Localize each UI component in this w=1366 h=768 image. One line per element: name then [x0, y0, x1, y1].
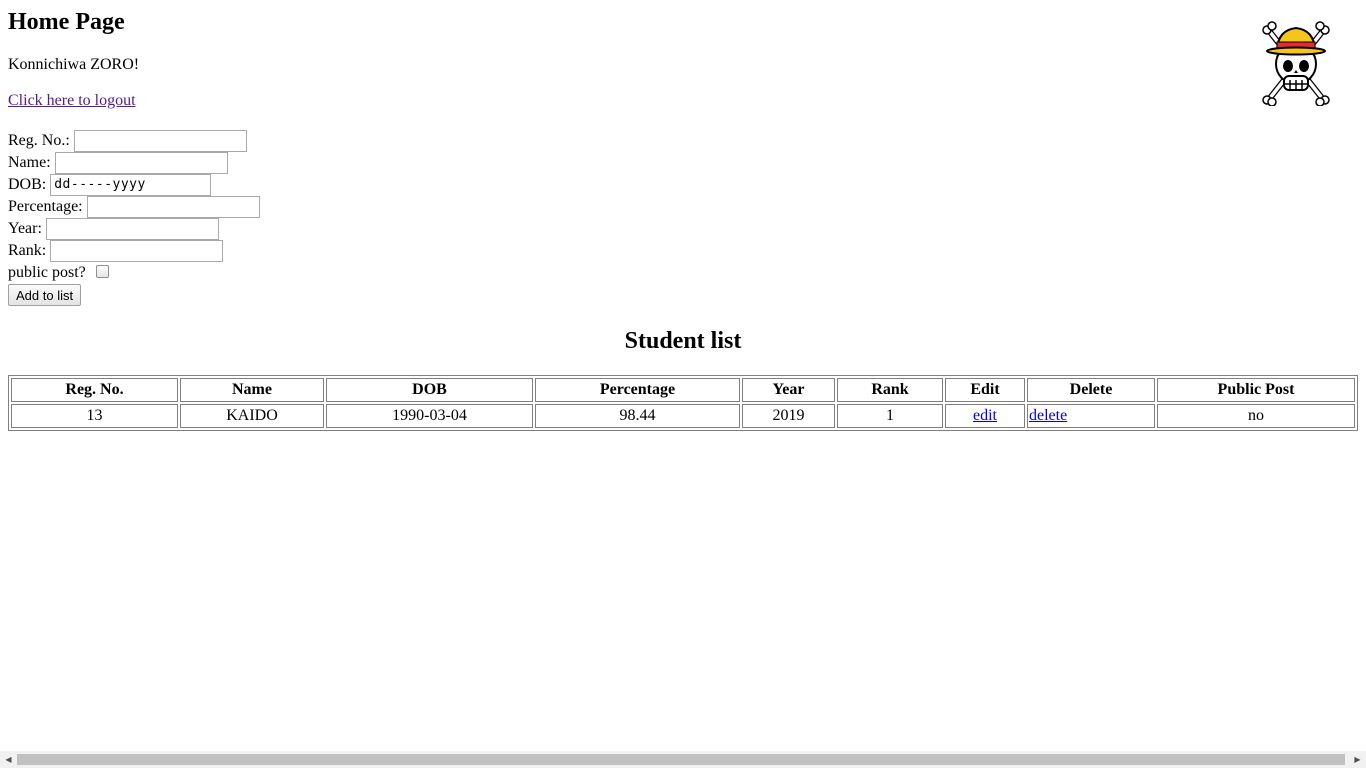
- cell-edit: edit: [945, 404, 1025, 428]
- add-to-list-button[interactable]: Add to list: [8, 284, 82, 306]
- dob-input[interactable]: dd-----yyyy: [50, 174, 212, 196]
- percentage-input[interactable]: [86, 196, 260, 218]
- name-label: Name:: [8, 154, 51, 171]
- cell-year: 2019: [742, 404, 835, 428]
- col-dob: DOB: [326, 378, 533, 402]
- col-edit: Edit: [945, 378, 1025, 402]
- horizontal-scrollbar[interactable]: ◀ ▶: [0, 751, 1366, 768]
- logout-link[interactable]: Click here to logout: [8, 92, 136, 110]
- col-name: Name: [180, 378, 324, 402]
- reg-no-input[interactable]: [73, 130, 247, 152]
- cell-public-post: no: [1157, 404, 1355, 428]
- col-year: Year: [742, 378, 835, 402]
- year-label: Year:: [8, 220, 42, 237]
- student-table: Reg. No. Name DOB Percentage Year Rank E…: [8, 375, 1358, 431]
- page-title: Home Page: [8, 9, 125, 35]
- cell-delete: delete: [1027, 404, 1155, 428]
- scroll-left-icon[interactable]: ◀: [0, 751, 17, 768]
- cell-rank: 1: [837, 404, 943, 428]
- dob-label: DOB:: [8, 176, 47, 193]
- rank-input[interactable]: [50, 240, 224, 262]
- percentage-label: Percentage:: [8, 198, 83, 215]
- public-post-label: public post?: [8, 264, 86, 281]
- table-row: 13 KAIDO 1990-03-04 98.44 2019 1 edit de…: [11, 404, 1355, 428]
- edit-link[interactable]: edit: [973, 407, 997, 424]
- col-delete: Delete: [1027, 378, 1155, 402]
- scrollbar-thumb[interactable]: [17, 754, 1345, 765]
- col-percentage: Percentage: [535, 378, 740, 402]
- cell-dob: 1990-03-04: [326, 404, 533, 428]
- straw-hat-jolly-roger-icon: [1260, 20, 1332, 107]
- student-list-title: Student list: [624, 328, 742, 354]
- table-header-row: Reg. No. Name DOB Percentage Year Rank E…: [11, 378, 1355, 402]
- year-input[interactable]: [45, 218, 219, 240]
- greeting-text: Konnichiwa ZORO!: [8, 56, 140, 73]
- public-post-checkbox[interactable]: [95, 264, 109, 278]
- scroll-right-icon[interactable]: ▶: [1349, 751, 1366, 768]
- name-input[interactable]: [54, 152, 228, 174]
- reg-no-label: Reg. No.:: [8, 132, 70, 149]
- student-form: Reg. No.: Name: DOB: dd-----yyyy Percent…: [8, 130, 260, 306]
- delete-link[interactable]: delete: [1029, 407, 1067, 424]
- col-rank: Rank: [837, 378, 943, 402]
- cell-percentage: 98.44: [535, 404, 740, 428]
- rank-label: Rank:: [8, 242, 47, 259]
- col-reg-no: Reg. No.: [11, 378, 178, 402]
- col-public-post: Public Post: [1157, 378, 1355, 402]
- cell-reg-no: 13: [11, 404, 178, 428]
- cell-name: KAIDO: [180, 404, 324, 428]
